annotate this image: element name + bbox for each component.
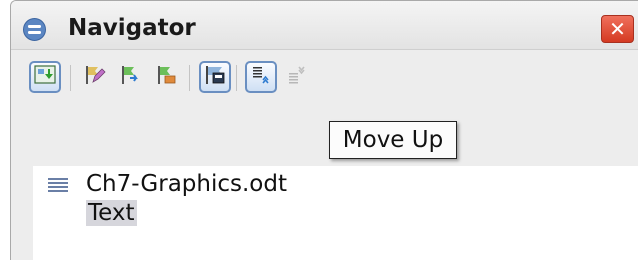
toolbar-separator — [236, 65, 237, 91]
flag-demote-icon — [156, 64, 178, 90]
title-bar[interactable]: Navigator ✕ — [11, 1, 638, 50]
window-title: Navigator — [68, 15, 196, 41]
toolbar-separator — [189, 65, 190, 91]
edit-button[interactable] — [79, 61, 111, 93]
toolbar-separator — [70, 65, 71, 91]
tree-item-text[interactable]: Text — [86, 200, 137, 226]
flag-green-icon — [120, 64, 142, 90]
navigation-toggle-button[interactable] — [29, 61, 61, 93]
app-icon — [23, 18, 46, 41]
close-button[interactable]: ✕ — [601, 15, 634, 43]
move-up-icon — [250, 64, 272, 90]
tree-item-document[interactable]: Ch7-Graphics.odt — [86, 171, 287, 197]
demote-button[interactable] — [151, 61, 183, 93]
navigator-window: Navigator ✕ Ch7-Graphics.odt Text Move U… — [10, 0, 638, 260]
navigation-icon — [34, 64, 56, 90]
tooltip: Move Up — [329, 121, 457, 159]
pencil-icon — [84, 64, 106, 90]
content-view-button[interactable] — [199, 61, 231, 93]
toolbar — [11, 50, 638, 108]
content-view-icon — [204, 64, 226, 90]
document-icon — [47, 176, 69, 200]
navigator-tree[interactable]: Ch7-Graphics.odt Text — [33, 166, 638, 260]
move-down-button[interactable] — [281, 61, 313, 93]
move-up-button[interactable] — [245, 61, 277, 93]
promote-button[interactable] — [115, 61, 147, 93]
move-down-icon — [286, 64, 308, 90]
